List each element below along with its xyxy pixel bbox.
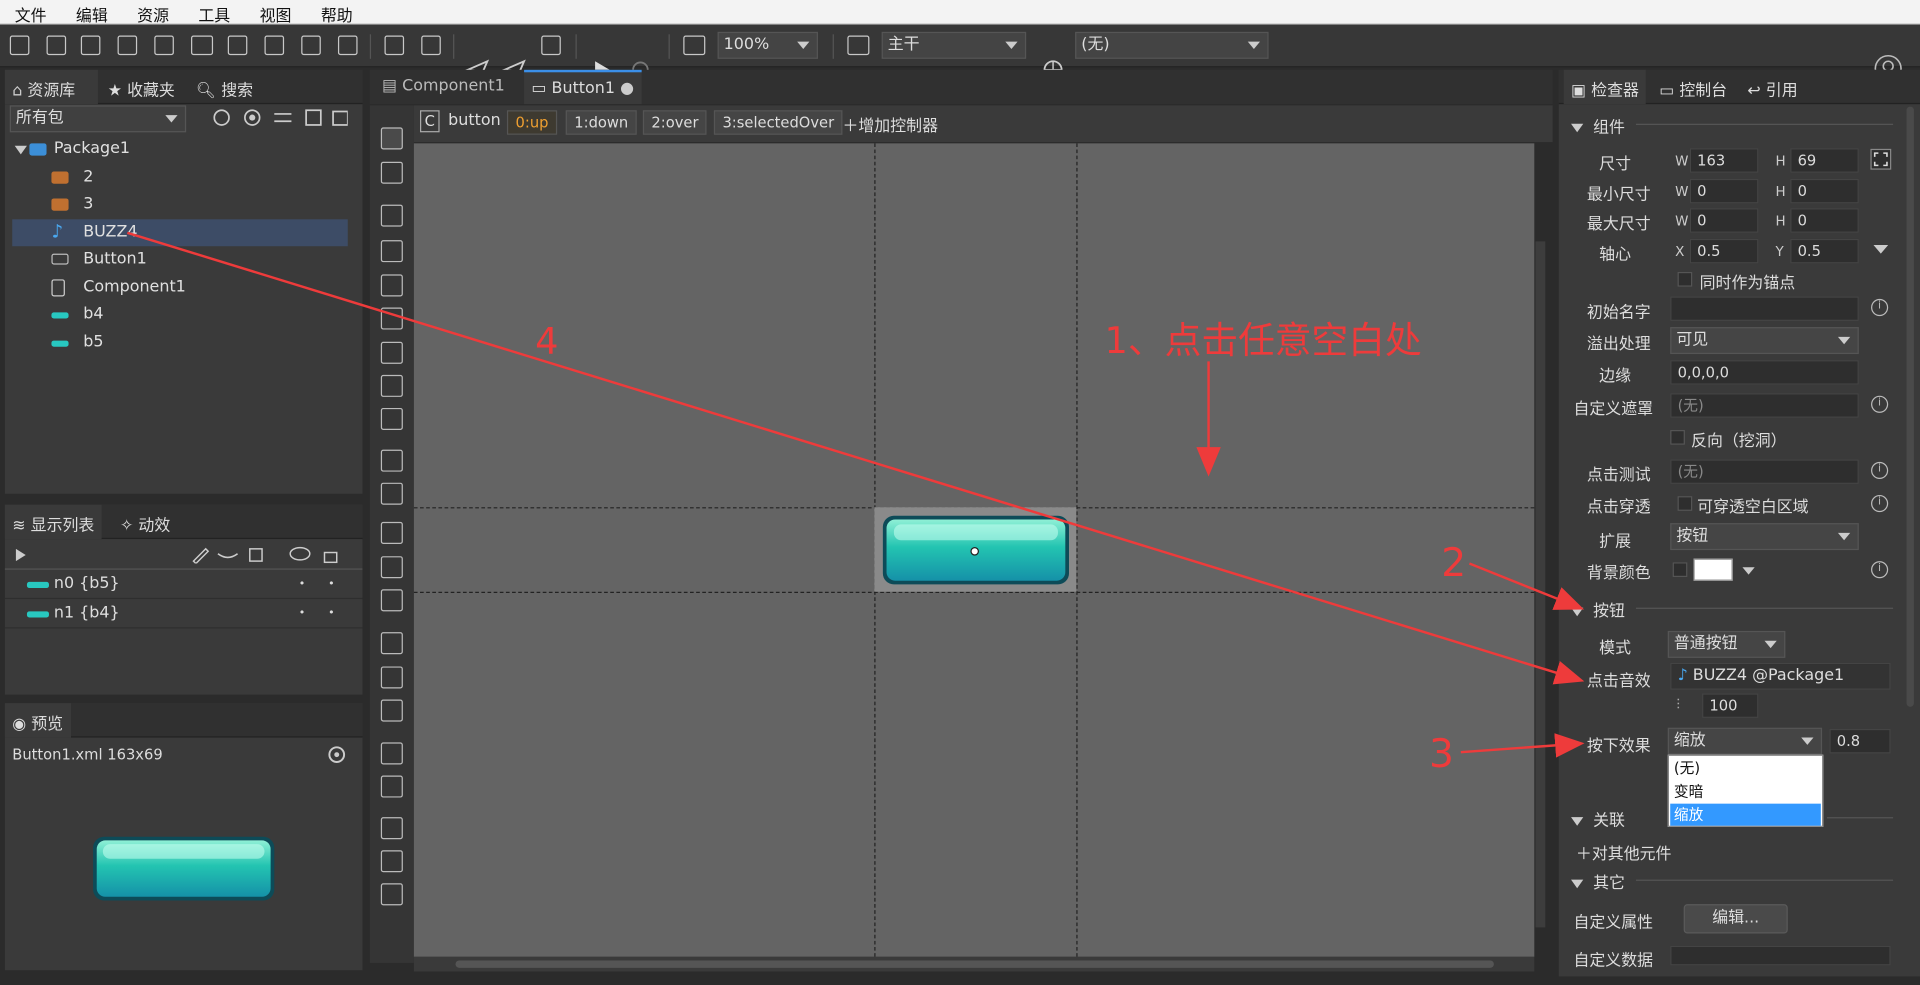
annotation-step3: 3 [1428,730,1454,777]
annotation-step1: 1、点击任意空白处 [1104,319,1422,363]
annotation-arrows [126,231,1585,758]
annotation-step2: 2 [1441,539,1467,586]
annotation-step4: 4 [535,320,559,364]
